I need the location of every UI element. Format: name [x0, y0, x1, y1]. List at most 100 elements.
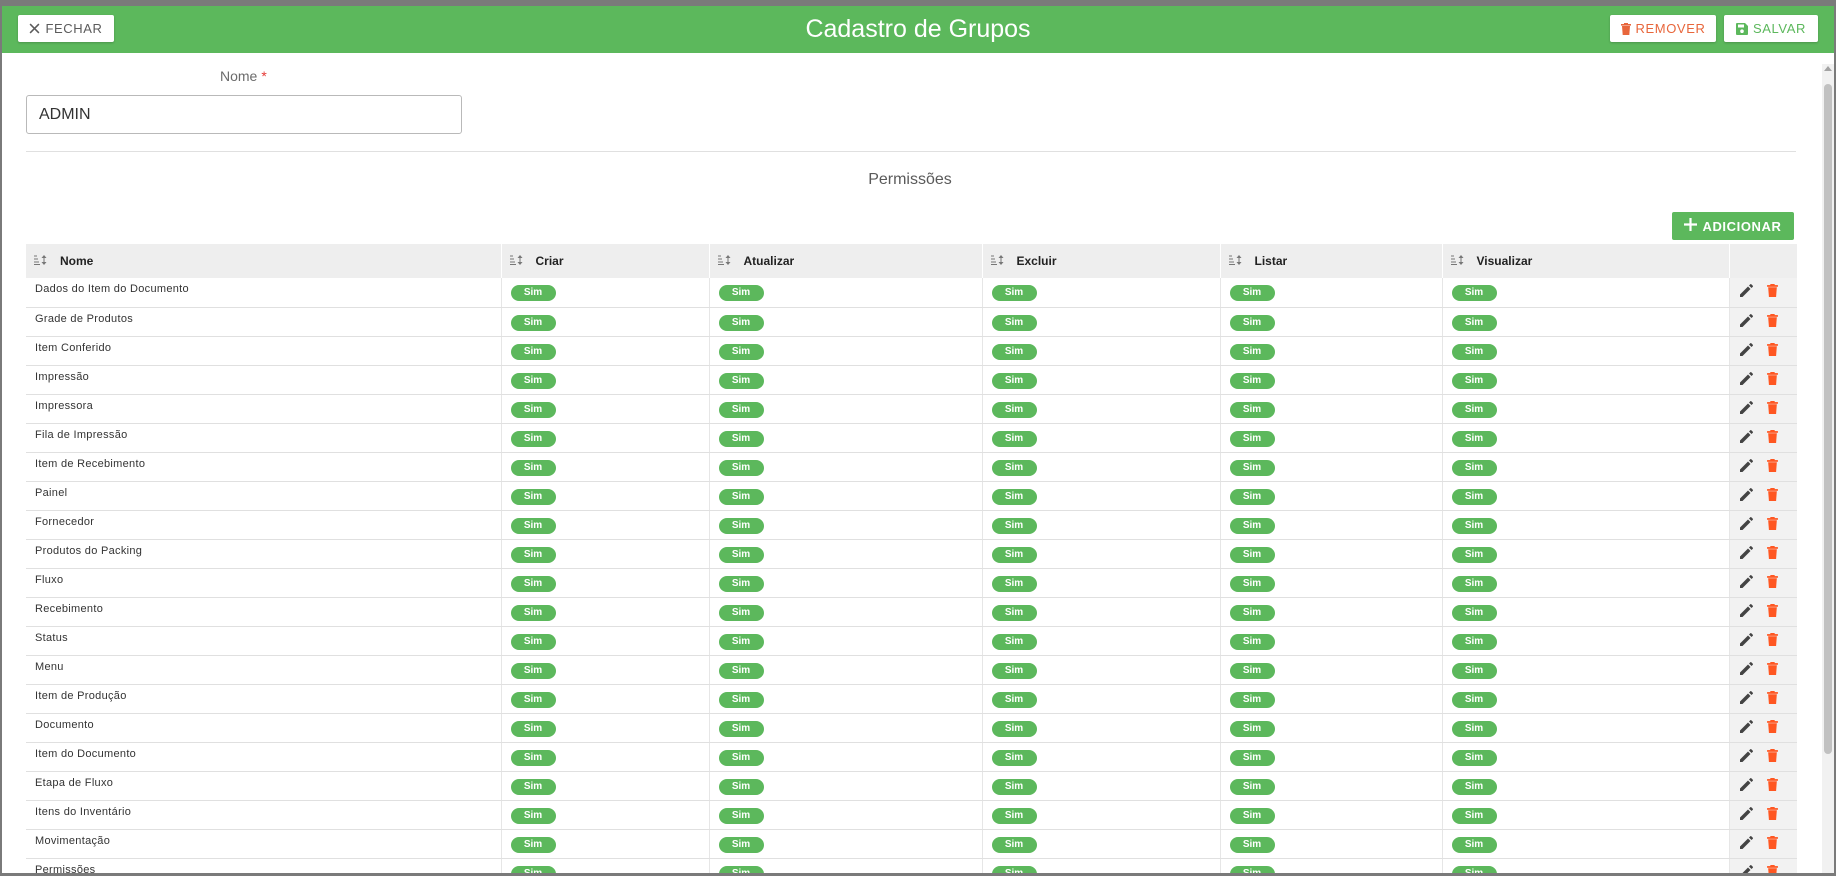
pencil-icon[interactable]: [1739, 690, 1756, 707]
vertical-scrollbar[interactable]: [1822, 64, 1834, 873]
permission-criar-cell: Sim: [501, 481, 710, 511]
sort-icon[interactable]: [1450, 254, 1465, 268]
column-header-criar[interactable]: Criar: [501, 244, 710, 278]
status-badge: Sim: [1451, 285, 1497, 301]
row-actions: [1729, 510, 1797, 540]
permission-atualizar-cell: Sim: [709, 684, 983, 714]
pencil-icon[interactable]: [1739, 632, 1756, 649]
permission-atualizar-cell: Sim: [709, 365, 983, 395]
pencil-icon[interactable]: [1739, 661, 1756, 678]
trash-icon[interactable]: [1766, 806, 1783, 823]
trash-icon[interactable]: [1766, 487, 1783, 504]
status-badge: Sim: [718, 865, 764, 873]
permission-excluir-cell: Sim: [982, 655, 1221, 685]
permission-visualizar-cell: Sim: [1442, 452, 1730, 482]
column-header-listar[interactable]: Listar: [1220, 244, 1443, 278]
permission-atualizar-cell: Sim: [709, 829, 983, 859]
pencil-icon[interactable]: [1739, 545, 1756, 562]
permission-criar-cell: Sim: [501, 568, 710, 598]
pencil-icon[interactable]: [1739, 313, 1756, 330]
status-badge: Sim: [718, 517, 764, 534]
remove-button[interactable]: REMOVER: [1610, 15, 1716, 42]
name-field-label: Nome *: [220, 68, 267, 84]
pencil-icon[interactable]: [1739, 400, 1756, 417]
trash-icon[interactable]: [1766, 661, 1783, 678]
permission-criar-cell: Sim: [501, 510, 710, 540]
sort-icon[interactable]: [34, 254, 48, 268]
trash-icon[interactable]: [1766, 545, 1783, 562]
column-header-visualizar[interactable]: Visualizar: [1442, 244, 1730, 278]
status-badge: Sim: [718, 836, 764, 853]
trash-icon[interactable]: [1766, 574, 1783, 591]
permission-excluir-cell: Sim: [982, 858, 1221, 873]
pencil-icon[interactable]: [1739, 748, 1756, 765]
trash-icon[interactable]: [1766, 458, 1783, 475]
scrollbar-thumb[interactable]: [1824, 84, 1832, 754]
trash-icon[interactable]: [1766, 690, 1783, 707]
pencil-icon[interactable]: [1739, 371, 1756, 388]
permission-listar-cell: Sim: [1220, 510, 1443, 540]
permission-excluir-cell: Sim: [982, 684, 1221, 714]
row-actions: [1729, 800, 1797, 830]
trash-icon[interactable]: [1766, 603, 1783, 620]
trash-icon[interactable]: [1766, 400, 1783, 417]
permission-name: Grade de Produtos: [26, 307, 502, 337]
trash-icon[interactable]: [1766, 342, 1783, 359]
pencil-icon[interactable]: [1739, 835, 1756, 852]
pencil-icon[interactable]: [1739, 342, 1756, 359]
pencil-icon[interactable]: [1739, 603, 1756, 620]
permission-visualizar-cell: Sim: [1442, 626, 1730, 656]
pencil-icon[interactable]: [1739, 516, 1756, 533]
permission-name: Menu: [26, 655, 502, 685]
table-body: Dados do Item do Documento Sim Sim Sim Sim Si…: [26, 278, 1797, 873]
column-header-nome[interactable]: Nome: [26, 244, 502, 278]
permission-name: Item Conferido: [26, 336, 502, 366]
status-badge: Sim: [1451, 372, 1497, 389]
table-row: Etapa de Fluxo Sim Sim Sim Sim Sim: [26, 771, 1797, 801]
trash-icon[interactable]: [1766, 864, 1783, 873]
trash-icon[interactable]: [1766, 371, 1783, 388]
pencil-icon[interactable]: [1739, 487, 1756, 504]
permission-visualizar-cell: Sim: [1442, 771, 1730, 801]
trash-icon[interactable]: [1766, 313, 1783, 330]
name-input[interactable]: [26, 95, 462, 134]
status-badge: Sim: [718, 691, 764, 708]
permission-name: Fluxo: [26, 568, 502, 598]
status-badge: Sim: [1229, 720, 1275, 737]
sort-icon[interactable]: [1228, 254, 1243, 268]
trash-icon[interactable]: [1766, 748, 1783, 765]
trash-icon[interactable]: [1766, 516, 1783, 533]
sort-icon[interactable]: [717, 254, 732, 268]
status-badge: Sim: [1229, 546, 1275, 563]
trash-icon[interactable]: [1766, 777, 1783, 794]
permission-name: Dados do Item do Documento: [26, 278, 502, 308]
status-badge: Sim: [1451, 488, 1497, 505]
pencil-icon[interactable]: [1739, 777, 1756, 794]
status-badge: Sim: [1451, 430, 1497, 447]
permission-name: Movimentação: [26, 829, 502, 859]
pencil-icon[interactable]: [1739, 458, 1756, 475]
permission-criar-cell: Sim: [501, 278, 710, 308]
table-row: Item Conferido Sim Sim Sim Sim Sim: [26, 336, 1797, 366]
sort-icon[interactable]: [990, 254, 1005, 268]
trash-icon[interactable]: [1766, 284, 1783, 300]
trash-icon[interactable]: [1766, 632, 1783, 649]
save-button[interactable]: SALVAR: [1724, 15, 1818, 42]
trash-icon[interactable]: [1766, 429, 1783, 446]
scroll-up-arrow-icon[interactable]: [1824, 66, 1832, 71]
row-actions: [1729, 626, 1797, 656]
trash-icon[interactable]: [1766, 835, 1783, 852]
table-row: Fornecedor Sim Sim Sim Sim Sim: [26, 510, 1797, 540]
trash-icon[interactable]: [1766, 719, 1783, 736]
pencil-icon[interactable]: [1739, 806, 1756, 823]
sort-icon[interactable]: [509, 254, 524, 268]
pencil-icon[interactable]: [1739, 574, 1756, 591]
pencil-icon[interactable]: [1739, 719, 1756, 736]
column-header-excluir[interactable]: Excluir: [982, 244, 1221, 278]
table-row: Permissões Sim Sim Sim Sim Sim: [26, 858, 1797, 873]
pencil-icon[interactable]: [1739, 429, 1756, 446]
add-permission-button[interactable]: ADICIONAR: [1672, 212, 1794, 240]
pencil-icon[interactable]: [1740, 864, 1756, 873]
column-header-atualizar[interactable]: Atualizar: [709, 244, 983, 278]
pencil-icon[interactable]: [1739, 284, 1756, 300]
